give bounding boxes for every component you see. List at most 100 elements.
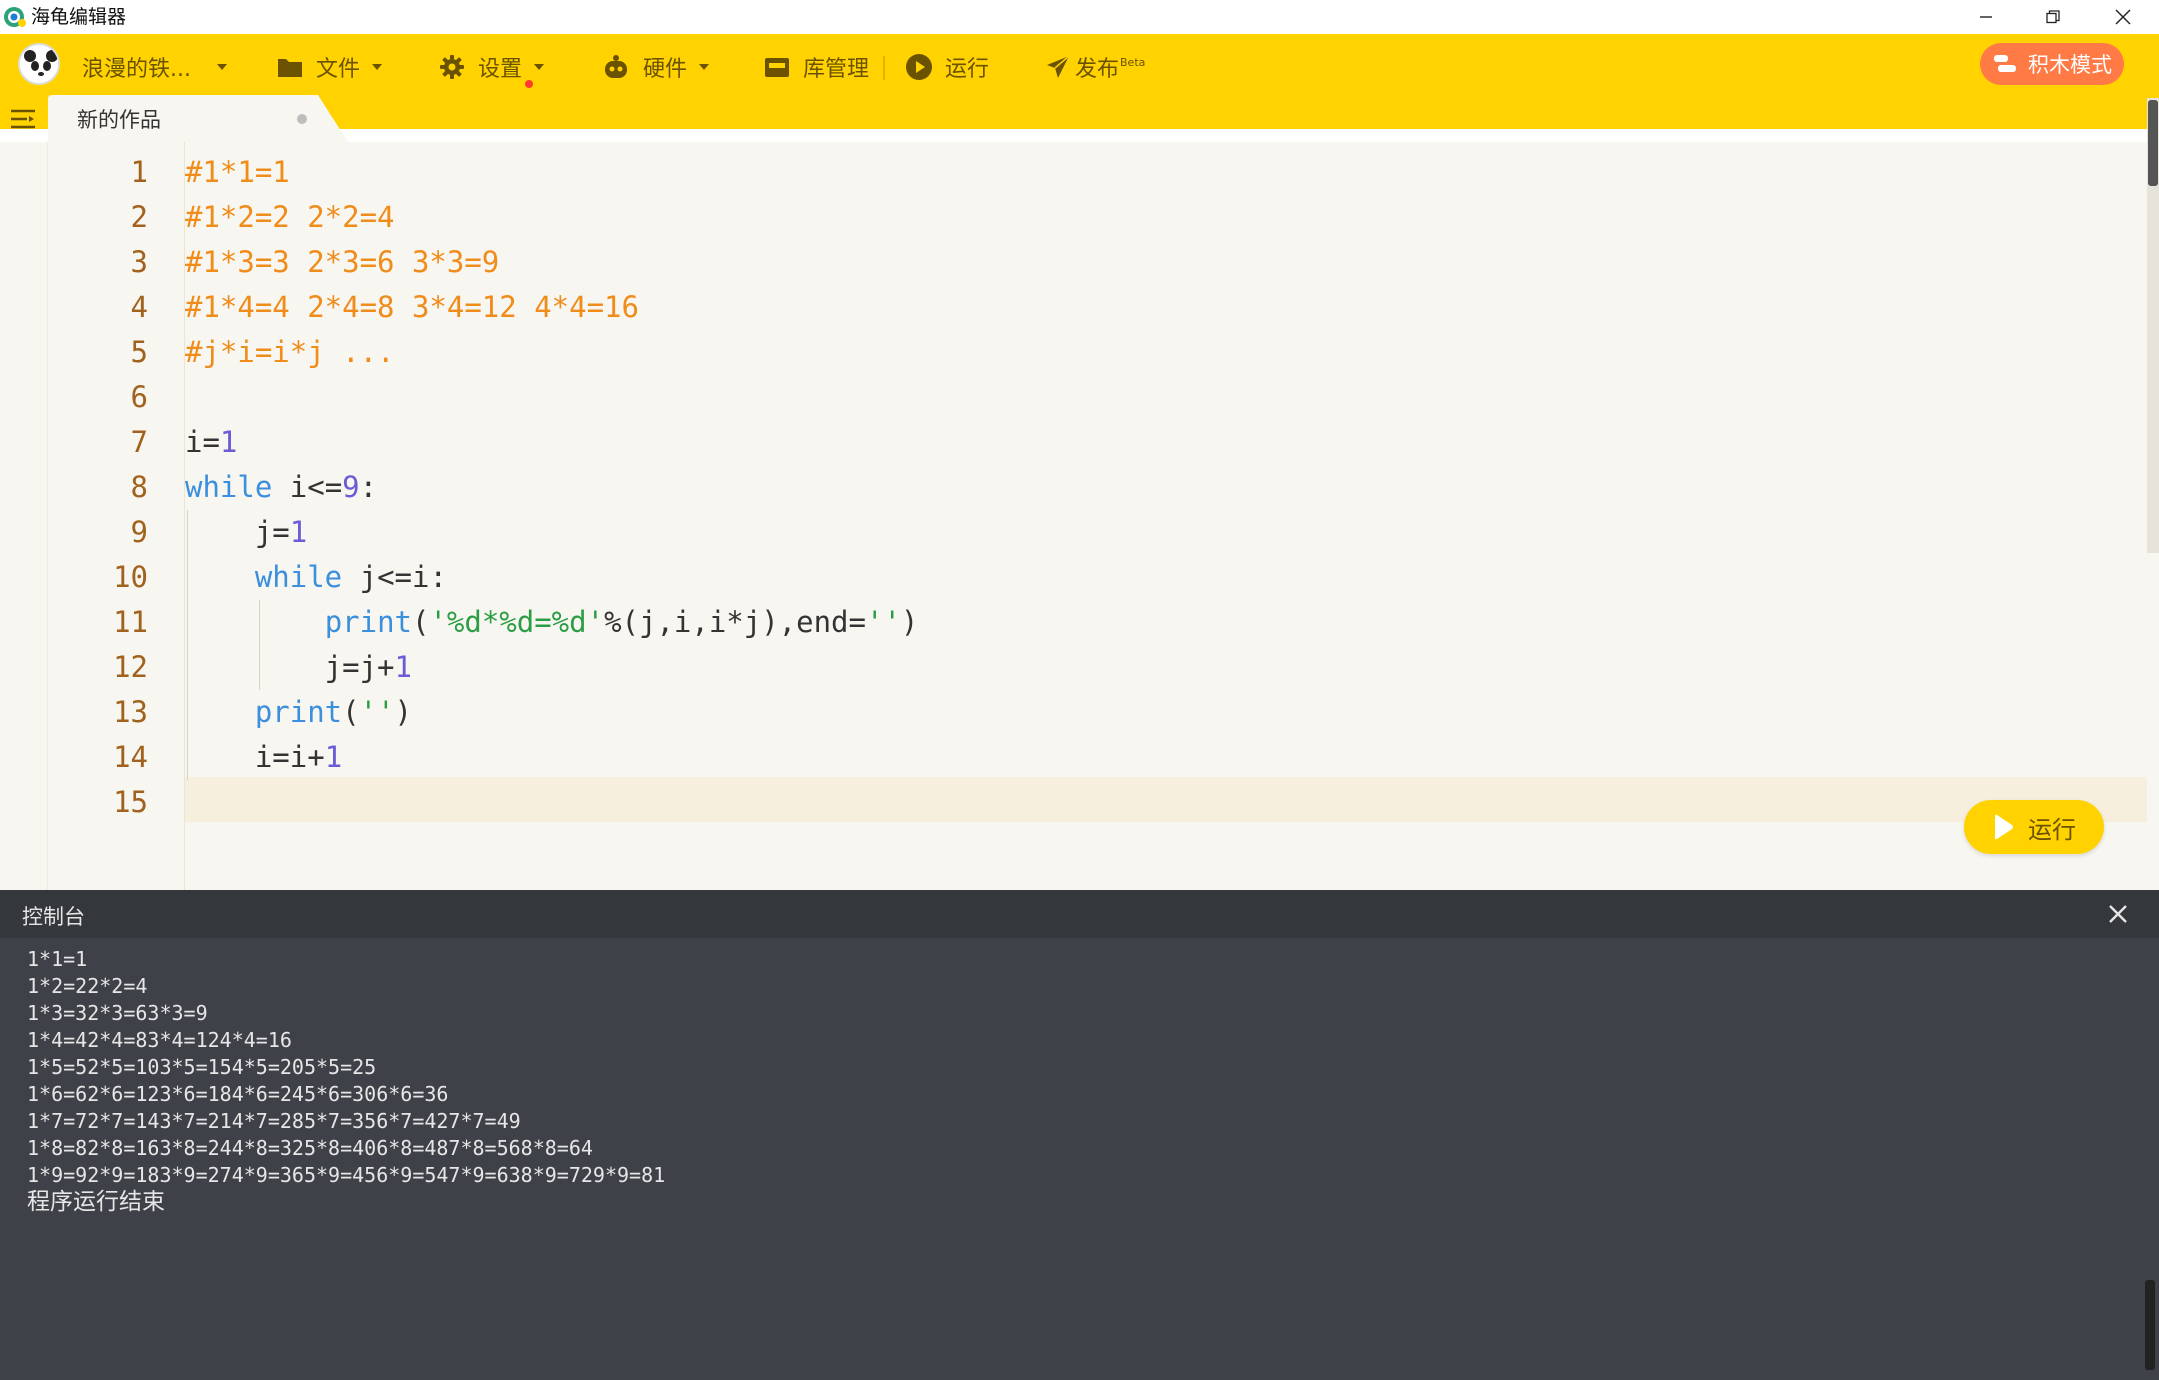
code-token-string: '': [359, 695, 395, 729]
user-menu[interactable]: 浪漫的铁...: [70, 47, 227, 87]
file-menu[interactable]: 文件: [276, 47, 383, 87]
code-line: #j*i=i*j ...: [185, 335, 395, 369]
blocks-mode-button[interactable]: 积木模式: [1980, 43, 2124, 85]
code-line: j=j+1: [185, 650, 412, 684]
code-token-number: 1: [289, 515, 308, 549]
unsaved-indicator-dot: [297, 114, 307, 124]
folder-icon: [278, 59, 302, 77]
floating-run-label: 运行: [2028, 815, 2076, 844]
code-token-number: 9: [342, 470, 360, 504]
editor-scrollbar[interactable]: [2147, 98, 2159, 553]
settings-menu-label: 设置: [478, 57, 523, 82]
console-output-line: 1*1=1: [27, 947, 88, 971]
file-menu-label: 文件: [316, 57, 361, 82]
code-line: #1*1=1: [185, 155, 290, 189]
console-status: 程序运行结束: [27, 1189, 165, 1215]
floating-run-button[interactable]: 运行: [1964, 800, 2104, 854]
close-icon: [2115, 9, 2131, 25]
robot-icon: [605, 55, 627, 78]
line-number: 8: [130, 470, 148, 504]
code-token-function: print: [324, 605, 412, 639]
minimize-button[interactable]: [1951, 0, 2021, 34]
code-line: while j<=i:: [254, 560, 447, 594]
beta-badge: Beta: [1120, 55, 1146, 69]
code-line: while i<=9:: [185, 470, 378, 504]
console-output-line: 1*3=32*3=63*3=9: [27, 1001, 208, 1025]
line-number: 4: [130, 290, 148, 324]
chevron-down-icon: [699, 64, 710, 70]
window-title: 海龟编辑器: [31, 6, 127, 28]
line-number: 7: [130, 425, 148, 459]
chevron-down-icon: [372, 64, 383, 70]
chevron-down-icon: [216, 64, 227, 70]
line-number: 1: [130, 155, 148, 189]
code-line: #1*4=4 2*4=8 3*4=12 4*4=16: [185, 290, 639, 324]
console-output-line: 1*7=72*7=143*7=214*7=285*7=356*7=427*7=4…: [27, 1109, 521, 1133]
run-button[interactable]: 运行: [905, 47, 989, 87]
console-output-line: 1*9=92*9=183*9=274*9=365*9=456*9=547*9=6…: [27, 1163, 666, 1187]
code-line: i=i+1: [185, 740, 343, 774]
line-number: 12: [113, 650, 148, 684]
console-output-line: 1*4=42*4=83*4=124*4=16: [27, 1028, 292, 1052]
console-scrollbar[interactable]: [2145, 1280, 2155, 1370]
line-number: 9: [130, 515, 148, 549]
restore-button[interactable]: [2018, 0, 2088, 34]
line-number: 15: [113, 785, 148, 819]
console-header: 控制台: [0, 890, 2159, 938]
panda-avatar-icon: [22, 47, 58, 83]
user-name: 浪漫的铁...: [82, 57, 191, 82]
code-line: print(''): [254, 695, 413, 729]
publish-button[interactable]: 发布 Beta: [1045, 47, 1145, 87]
console-output-line: 1*8=82*8=163*8=244*8=325*8=406*8=487*8=5…: [27, 1136, 593, 1160]
user-avatar[interactable]: [18, 43, 60, 85]
line-number: 10: [113, 560, 148, 594]
main-toolbar: 浪漫的铁... 文件 设置 硬件 库管理 运行 发布 Beta 积木模式 新的作…: [0, 34, 2159, 142]
close-console-button[interactable]: [2106, 902, 2130, 926]
console-panel: 控制台 1*1=1 1*2=22*2=4 1*3=32*3=63*3=9 1*4…: [0, 890, 2159, 1380]
code-token-keyword: while: [254, 560, 343, 594]
line-number: 14: [113, 740, 148, 774]
title-bar: 海龟编辑器: [0, 0, 2159, 34]
console-output-line: 1*5=52*5=103*5=154*5=205*5=25: [27, 1055, 377, 1079]
close-window-button[interactable]: [2088, 0, 2158, 34]
code-token-number: 1: [324, 740, 343, 774]
line-number: 6: [130, 380, 148, 414]
play-icon: [1995, 814, 2013, 840]
console-output-line: 1*2=22*2=4: [27, 974, 148, 998]
code-line: #1*2=2 2*2=4: [185, 200, 395, 234]
console-title: 控制台: [22, 905, 85, 929]
publish-button-label: 发布: [1075, 57, 1120, 82]
tab-new-work[interactable]: 新的作品: [48, 95, 348, 142]
notification-dot: [525, 80, 533, 88]
minimize-icon: [1980, 16, 1992, 18]
line-number: 11: [113, 605, 148, 639]
app-logo-icon: [3, 6, 27, 28]
hardware-menu[interactable]: 硬件: [601, 47, 710, 87]
toolbar-divider: [883, 56, 885, 80]
library-manager-label: 库管理: [803, 57, 870, 82]
blocks-mode-label: 积木模式: [2028, 53, 2112, 77]
run-button-label: 运行: [945, 57, 990, 82]
gear-icon: [440, 55, 464, 79]
line-number: 13: [113, 695, 148, 729]
menu-list-icon[interactable]: [10, 108, 36, 130]
console-output-line: 1*6=62*6=123*6=184*6=245*6=306*6=36: [27, 1082, 449, 1106]
library-manager-button[interactable]: 库管理: [763, 47, 869, 87]
code-token-keyword: while: [185, 470, 273, 504]
line-number: 5: [130, 335, 148, 369]
editor-scrollbar-thumb[interactable]: [2148, 100, 2158, 186]
hardware-menu-label: 硬件: [643, 57, 688, 82]
code-line: #1*3=3 2*3=6 3*3=9: [185, 245, 500, 279]
code-token-string: '': [865, 605, 901, 639]
active-line-highlight: [185, 777, 2147, 822]
code-token-number: 1: [394, 650, 412, 684]
editor-left-strip: [0, 142, 48, 890]
code-token-string: '%d*%d=%d': [429, 605, 605, 639]
code-token-number: 1: [219, 425, 238, 459]
line-number: 2: [130, 200, 148, 234]
code-editor[interactable]: 1 2 3 4 5 6 7 8 9 10 11 12 13 14 15 #1*1…: [0, 142, 2159, 890]
restore-icon: [2046, 10, 2060, 24]
close-icon: [2109, 905, 2127, 923]
code-token-function: print: [254, 695, 343, 729]
code-line: j=1: [185, 515, 308, 549]
